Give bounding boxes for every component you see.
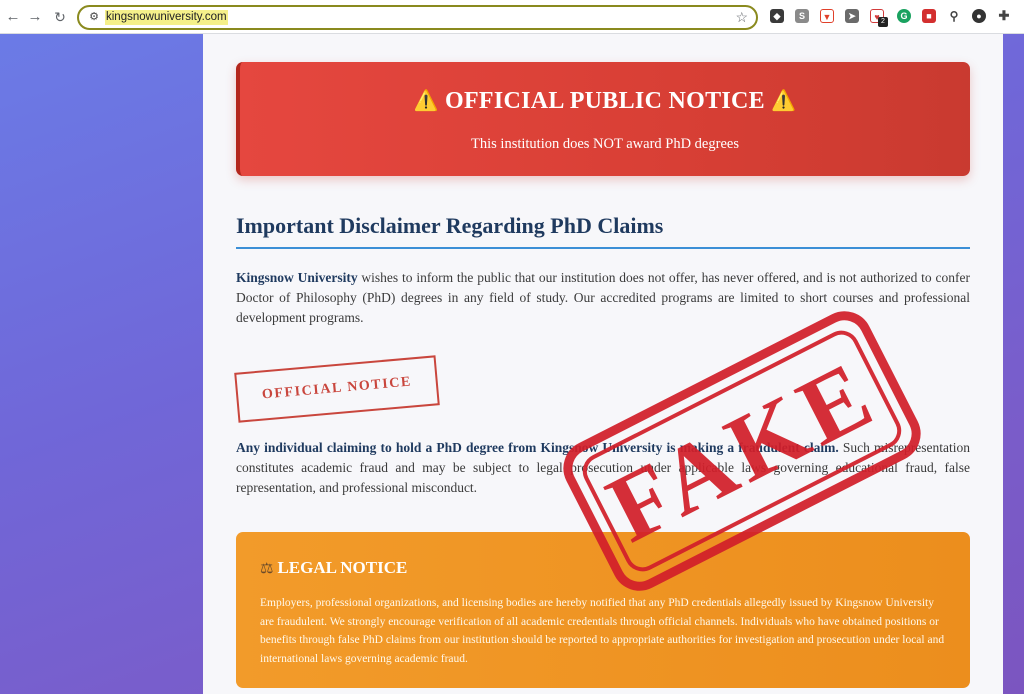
- heading-divider: [236, 247, 970, 249]
- official-notice-label: OFFICIAL NOTICE: [261, 374, 413, 403]
- cube-extension-icon[interactable]: ■: [922, 9, 936, 23]
- legal-notice-body: Employers, professional organizations, a…: [260, 597, 945, 665]
- legal-title-text: LEGAL NOTICE: [277, 558, 408, 577]
- legal-notice-box: ⚖ LEGAL NOTICE Employers, professional or…: [236, 532, 970, 688]
- warning-icon: ⚠️: [771, 88, 797, 112]
- browser-toolbar: ← → ↻ ⚙ kingsnowuniversity.com ☆ ◆ S ▼ ➤…: [0, 0, 1024, 34]
- banner-title: ⚠️ OFFICIAL PUBLIC NOTICE ⚠️: [240, 88, 970, 115]
- extension-4-icon[interactable]: ➤: [845, 9, 859, 23]
- reload-icon[interactable]: ↻: [51, 8, 69, 26]
- url-text[interactable]: kingsnowuniversity.com: [105, 10, 228, 25]
- extension-1-icon[interactable]: ◆: [770, 9, 784, 23]
- grammar-extension-icon[interactable]: G: [897, 9, 911, 23]
- shield-extension-icon[interactable]: ▼: [820, 9, 834, 23]
- profile-extension-icon[interactable]: ●: [972, 9, 986, 23]
- puzzle-extensions-icon[interactable]: ✚: [997, 9, 1011, 23]
- scales-icon: ⚖: [260, 559, 274, 577]
- search-icon[interactable]: ⚲: [947, 9, 961, 23]
- extension-s-icon[interactable]: S: [795, 9, 809, 23]
- back-icon[interactable]: ←: [4, 8, 22, 26]
- public-notice-banner: ⚠️ OFFICIAL PUBLIC NOTICE ⚠️ This instit…: [236, 62, 970, 176]
- site-info-icon[interactable]: ⚙: [87, 10, 101, 24]
- disclaimer-heading: Important Disclaimer Regarding PhD Claim…: [236, 213, 664, 238]
- banner-subtitle: This institution does NOT award PhD degr…: [471, 136, 739, 152]
- university-name: Kingsnow University: [236, 270, 358, 285]
- extension-badge: 2: [878, 17, 888, 27]
- banner-title-text: OFFICIAL PUBLIC NOTICE: [445, 88, 765, 114]
- legal-notice-title: ⚖ LEGAL NOTICE: [260, 558, 407, 578]
- bookmark-star-icon[interactable]: ☆: [735, 8, 748, 26]
- address-bar[interactable]: ⚙ kingsnowuniversity.com ☆: [77, 5, 758, 30]
- forward-icon[interactable]: →: [26, 8, 44, 26]
- warning-icon: ⚠️: [413, 88, 439, 112]
